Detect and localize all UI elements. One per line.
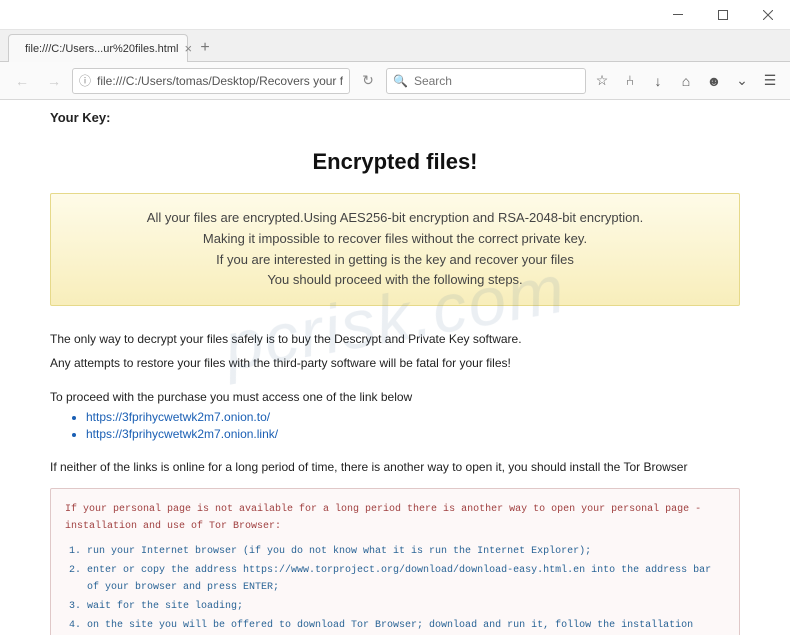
banner-line: All your files are encrypted.Using AES25… [71, 208, 719, 229]
toolbar: ← → ⓘ ↻ 🔍 ☆ ⑃ ↓ ⌂ ☻ ⌄ ☰ [0, 62, 790, 100]
onion-link[interactable]: https://3fprihycwetwk2m7.onion.link/ [86, 427, 278, 441]
tab-strip: file:///C:/Users...ur%20files.html × + [0, 30, 790, 62]
proceed-text: To proceed with the purchase you must ac… [50, 390, 740, 404]
tor-note: If neither of the links is online for a … [50, 459, 740, 476]
banner-line: Making it impossible to recover files wi… [71, 229, 719, 250]
library-icon[interactable]: ⑃ [618, 69, 642, 93]
instruction-step: run your Internet browser (if you do not… [87, 543, 725, 560]
search-icon: 🔍 [393, 74, 408, 88]
instruction-step: enter or copy the address https://www.to… [87, 562, 725, 596]
warning-banner: All your files are encrypted.Using AES25… [50, 193, 740, 306]
instruction-step: on the site you will be offered to downl… [87, 617, 725, 635]
list-item: https://3fprihycwetwk2m7.onion.link/ [86, 427, 740, 441]
maximize-button[interactable] [700, 0, 745, 30]
reload-button[interactable]: ↻ [354, 67, 382, 95]
address-bar[interactable]: ⓘ [72, 68, 350, 94]
smiley-icon[interactable]: ☻ [702, 69, 726, 93]
menu-icon[interactable]: ☰ [758, 69, 782, 93]
onion-link-list: https://3fprihycwetwk2m7.onion.to/ https… [50, 410, 740, 441]
pocket-icon[interactable]: ⌄ [730, 69, 754, 93]
home-icon[interactable]: ⌂ [674, 69, 698, 93]
banner-line: You should proceed with the following st… [71, 270, 719, 291]
tab-close-icon[interactable]: × [184, 41, 192, 56]
minimize-button[interactable] [655, 0, 700, 30]
downloads-icon[interactable]: ↓ [646, 69, 670, 93]
banner-line: If you are interested in getting is the … [71, 250, 719, 271]
search-input[interactable] [414, 74, 579, 88]
bookmark-icon[interactable]: ☆ [590, 69, 614, 93]
window-titlebar [0, 0, 790, 30]
page-viewport[interactable]: Your Key: Encrypted files! All your file… [0, 100, 790, 635]
back-button[interactable]: ← [8, 67, 36, 95]
close-button[interactable] [745, 0, 790, 30]
site-info-icon[interactable]: ⓘ [79, 72, 91, 89]
browser-tab[interactable]: file:///C:/Users...ur%20files.html × [8, 34, 188, 62]
instructions-box: If your personal page is not available f… [50, 488, 740, 635]
description-text: The only way to decrypt your files safel… [50, 330, 740, 348]
search-bar[interactable]: 🔍 [386, 68, 586, 94]
your-key-label: Your Key: [50, 110, 740, 125]
description-text: Any attempts to restore your files with … [50, 354, 740, 372]
instruction-step: wait for the site loading; [87, 598, 725, 615]
forward-button[interactable]: → [40, 67, 68, 95]
url-input[interactable] [97, 74, 343, 88]
new-tab-button[interactable]: + [192, 35, 218, 61]
list-item: https://3fprihycwetwk2m7.onion.to/ [86, 410, 740, 424]
instructions-intro: If your personal page is not available f… [65, 501, 725, 535]
tab-title: file:///C:/Users...ur%20files.html [25, 43, 178, 55]
instructions-list: run your Internet browser (if you do not… [65, 543, 725, 635]
page-title: Encrypted files! [50, 149, 740, 175]
onion-link[interactable]: https://3fprihycwetwk2m7.onion.to/ [86, 410, 270, 424]
